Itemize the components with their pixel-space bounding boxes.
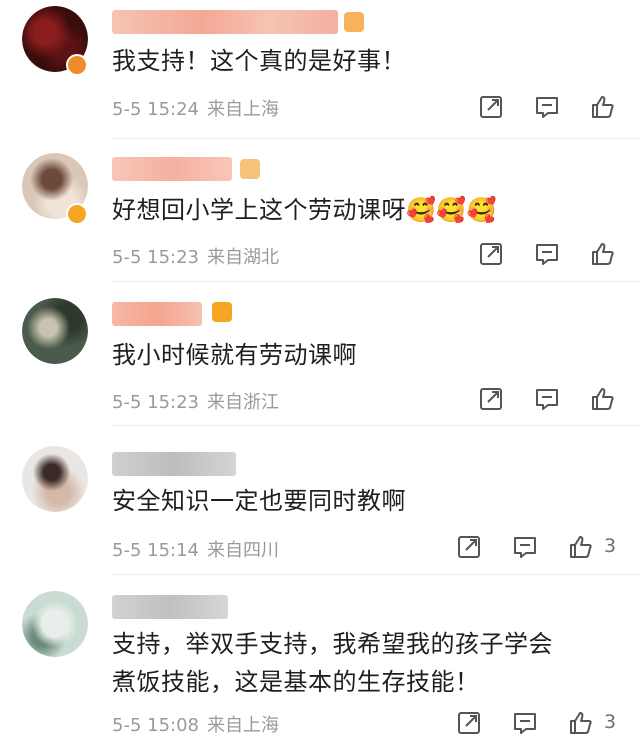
comment-location: 来自浙江 — [207, 392, 279, 413]
comment-text: 好想回小学上这个劳动课呀🥰🥰🥰 — [112, 196, 498, 224]
comment-meta: 5-5 15:14 来自四川 — [112, 536, 279, 562]
share-icon[interactable] — [478, 241, 504, 267]
thumbs-up-icon[interactable] — [568, 534, 594, 560]
comment-location: 来自上海 — [207, 715, 279, 736]
member-crown-icon — [240, 159, 260, 179]
username-blurred[interactable] — [112, 10, 338, 34]
comment-icon[interactable] — [534, 386, 560, 412]
username-blurred[interactable] — [112, 302, 202, 326]
comment-item: 支持，举双手支持，我希望我的孩子学会 煮饭技能，这是基本的生存技能！ 5-5 1… — [0, 575, 640, 746]
comment-date: 5-5 15:23 — [112, 247, 199, 268]
comment-text: 支持，举双手支持，我希望我的孩子学会 煮饭技能，这是基本的生存技能！ — [112, 630, 553, 696]
username-blurred[interactable] — [112, 595, 228, 619]
share-icon[interactable] — [478, 386, 504, 412]
comment-item: 安全知识一定也要同时教啊 5-5 15:14 来自四川 3 — [0, 426, 640, 574]
share-icon[interactable] — [478, 94, 504, 120]
comment-text: 我小时候就有劳动课啊 — [112, 341, 357, 369]
avatar[interactable] — [22, 591, 88, 657]
share-icon[interactable] — [456, 710, 482, 736]
thumbs-up-icon[interactable] — [590, 94, 616, 120]
thumbs-up-icon[interactable] — [568, 710, 594, 736]
comment-date: 5-5 15:24 — [112, 99, 199, 120]
share-icon[interactable] — [456, 534, 482, 560]
comment-text: 安全知识一定也要同时教啊 — [112, 487, 406, 515]
comment-location: 来自四川 — [207, 540, 279, 561]
like-count: 3 — [604, 711, 617, 733]
comment-date: 5-5 15:14 — [112, 540, 199, 561]
comment-item: 我支持！这个真的是好事！ 5-5 15:24 来自上海 — [0, 0, 640, 138]
comment-icon[interactable] — [512, 534, 538, 560]
comment-meta: 5-5 15:24 来自上海 — [112, 95, 279, 121]
comment-icon[interactable] — [512, 710, 538, 736]
comment-date: 5-5 15:08 — [112, 715, 199, 736]
comment-location: 来自上海 — [207, 99, 279, 120]
username-blurred[interactable] — [112, 157, 232, 181]
user-badge-icon — [66, 54, 88, 76]
verified-badge-icon — [66, 203, 88, 225]
comment-text: 我支持！这个真的是好事！ — [112, 47, 406, 75]
comment-icon[interactable] — [534, 241, 560, 267]
avatar[interactable] — [22, 298, 88, 364]
avatar[interactable] — [22, 446, 88, 512]
comment-icon[interactable] — [534, 94, 560, 120]
comment-meta: 5-5 15:23 来自浙江 — [112, 388, 279, 414]
thumbs-up-icon[interactable] — [590, 241, 616, 267]
comment-feed: 我支持！这个真的是好事！ 5-5 15:24 来自上海 好想回小学上这个劳动课呀🥰… — [0, 0, 640, 746]
like-count: 3 — [604, 535, 617, 557]
username-blurred[interactable] — [112, 452, 236, 476]
member-crown-icon — [344, 12, 364, 32]
member-crown-icon — [212, 302, 232, 322]
comment-meta: 5-5 15:23 来自湖北 — [112, 243, 279, 269]
comment-item: 好想回小学上这个劳动课呀🥰🥰🥰 5-5 15:23 来自湖北 — [0, 139, 640, 281]
thumbs-up-icon[interactable] — [590, 386, 616, 412]
comment-date: 5-5 15:23 — [112, 392, 199, 413]
comment-item: 我小时候就有劳动课啊 5-5 15:23 来自浙江 — [0, 282, 640, 425]
comment-location: 来自湖北 — [207, 247, 279, 268]
comment-meta: 5-5 15:08 来自上海 — [112, 711, 279, 737]
